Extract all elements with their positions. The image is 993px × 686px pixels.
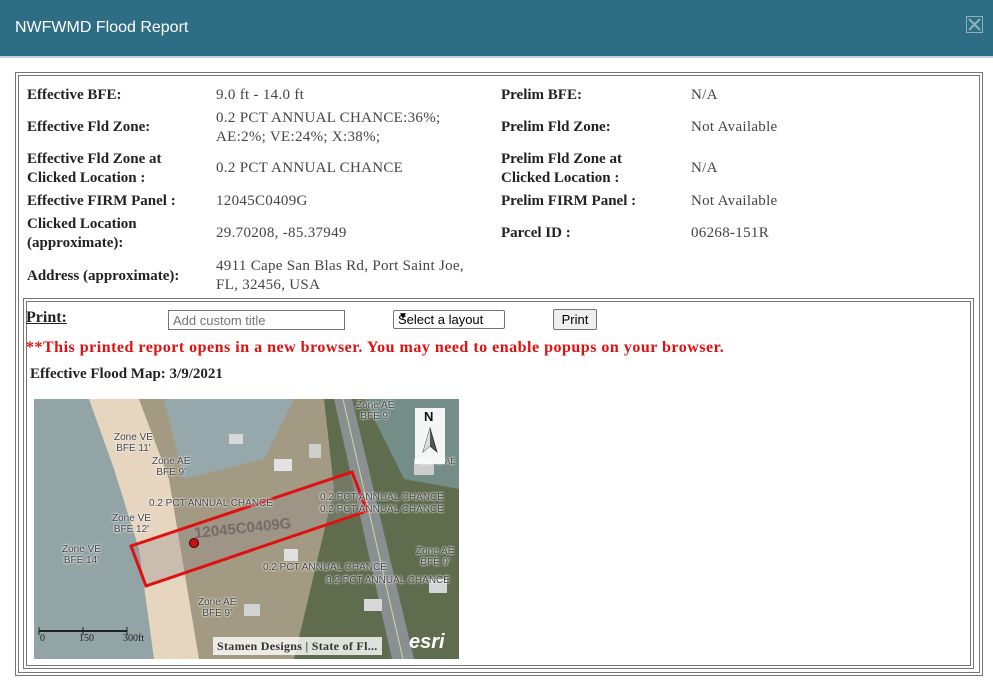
prelim-zone-clicked-label-2: Clicked Location : — [501, 170, 620, 186]
north-label: N — [424, 409, 434, 424]
zone-label: 0.2 PCT ANNUAL CHANCE — [326, 575, 450, 586]
effective-zone-clicked-value: 0.2 PCT ANNUAL CHANCE — [216, 160, 404, 176]
zone-label: Zone AE BFE 9' — [356, 400, 395, 422]
address-value-2: FL, 32456, USA — [216, 277, 321, 293]
custom-title-input[interactable] — [168, 310, 345, 330]
parcel-id-label: Parcel ID : — [501, 225, 571, 241]
prelim-bfe-label: Prelim BFE: — [501, 87, 582, 103]
prelim-fld-zone-value: Not Available — [691, 119, 778, 135]
clicked-location-label-2: (approximate): — [27, 235, 124, 251]
popup-warning: **This printed report opens in a new bro… — [26, 339, 725, 356]
map-title: Effective Flood Map: 3/9/2021 — [30, 366, 223, 382]
north-arrow: N — [415, 408, 445, 464]
clicked-location-label-1: Clicked Location — [27, 216, 137, 232]
dialog-titlebar: NWFWMD Flood Report — [0, 0, 993, 58]
effective-bfe-label: Effective BFE: — [27, 87, 122, 103]
effective-fld-zone-label: Effective Fld Zone: — [27, 119, 151, 135]
zone-label: Zone VE BFE 14' — [62, 544, 101, 566]
effective-zone-clicked-label-2: Clicked Location : — [27, 170, 146, 186]
zone-label: Zone VE BFE 12' — [112, 513, 151, 535]
effective-fld-zone-value-1: 0.2 PCT ANNUAL CHANCE:36%; — [216, 110, 441, 126]
print-label: Print: — [26, 309, 67, 326]
address-label: Address (approximate): — [27, 268, 180, 284]
zone-label: 0.2 PCT ANNUAL CHANCE — [320, 492, 444, 503]
prelim-zone-clicked-value: N/A — [691, 160, 718, 176]
prelim-firm-label: Prelim FIRM Panel : — [501, 193, 637, 209]
prelim-firm-value: Not Available — [691, 193, 778, 209]
effective-firm-value: 12045C0409G — [216, 193, 308, 209]
layout-select[interactable]: Select a layout ▼ — [393, 310, 505, 329]
effective-zone-clicked-label-1: Effective Fld Zone at — [27, 151, 162, 167]
clicked-location-value: 29.70208, -85.37949 — [216, 225, 347, 241]
chevron-down-icon: ▼ — [398, 311, 408, 322]
zone-label: Zone AE BFE 9' — [198, 597, 237, 619]
prelim-fld-zone-label: Prelim Fld Zone: — [501, 119, 611, 135]
zone-label: Zone AE BFE 9' — [152, 456, 191, 478]
print-button[interactable]: Print — [553, 309, 597, 330]
prelim-zone-clicked-label-1: Prelim Fld Zone at — [501, 151, 622, 167]
zone-label: Zone VE BFE 11' — [114, 432, 153, 454]
esri-logo: esri — [409, 631, 445, 653]
zone-label: Zone AE BFE 9' — [416, 546, 455, 568]
zone-label: 0.2 PCT ANNUAL CHANCE — [320, 504, 444, 515]
map-attribution: Stamen Designs | State of Fl... — [213, 637, 382, 655]
close-button[interactable] — [966, 16, 983, 33]
close-icon — [968, 18, 981, 31]
zone-label: 0.2 PCT ANNUAL CHANCE — [263, 562, 387, 573]
prelim-bfe-value: N/A — [691, 87, 718, 103]
effective-firm-label: Effective FIRM Panel : — [27, 193, 176, 209]
address-value-1: 4911 Cape San Blas Rd, Port Saint Joe, — [216, 258, 464, 274]
zone-label: 0.2 PCT ANNUAL CHANCE — [149, 498, 273, 509]
effective-bfe-value: 9.0 ft - 14.0 ft — [216, 87, 305, 103]
effective-fld-zone-value-2: AE:2%; VE:24%; X:38%; — [216, 129, 381, 145]
dialog-title: NWFWMD Flood Report — [15, 19, 189, 36]
parcel-id-value: 06268-151R — [691, 225, 769, 241]
flood-map[interactable]: Zone AE BFE 9' Zone VE BFE 11' Zone AE BFE … — [34, 399, 459, 659]
